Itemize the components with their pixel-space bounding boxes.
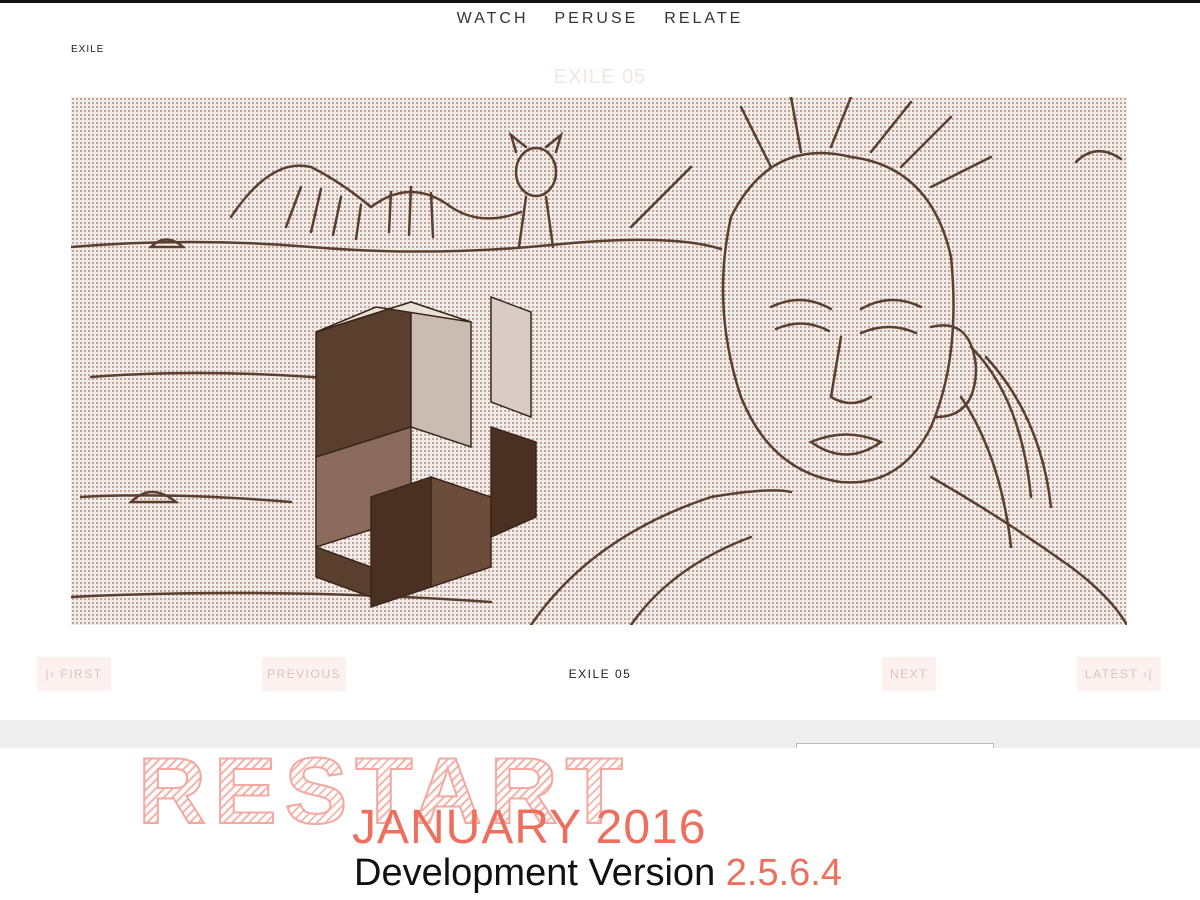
next-button[interactable]: NEXT	[882, 657, 936, 691]
nav-relate[interactable]: RELATE	[664, 10, 743, 28]
comic-image	[71, 97, 1127, 625]
nav-watch[interactable]: WATCH	[457, 10, 529, 28]
exile-logo	[315, 295, 537, 609]
current-episode-label: EXILE 05	[568, 667, 632, 681]
page-title: EXILE 05	[553, 66, 647, 88]
main-nav: WATCH PERUSE RELATE	[0, 10, 1200, 28]
release-date: JANUARY 2016	[352, 801, 707, 854]
top-border	[0, 0, 1200, 3]
version-prefix: Development Version	[354, 852, 716, 894]
comic-illustration	[71, 97, 1127, 625]
latest-button[interactable]: LATEST ›|	[1077, 657, 1161, 691]
version-number: 2.5.6.4	[725, 852, 842, 894]
breadcrumb[interactable]: EXILE	[71, 44, 104, 55]
dev-version: Development Version 2.5.6.4	[354, 852, 842, 895]
nav-peruse[interactable]: PERUSE	[555, 10, 639, 28]
